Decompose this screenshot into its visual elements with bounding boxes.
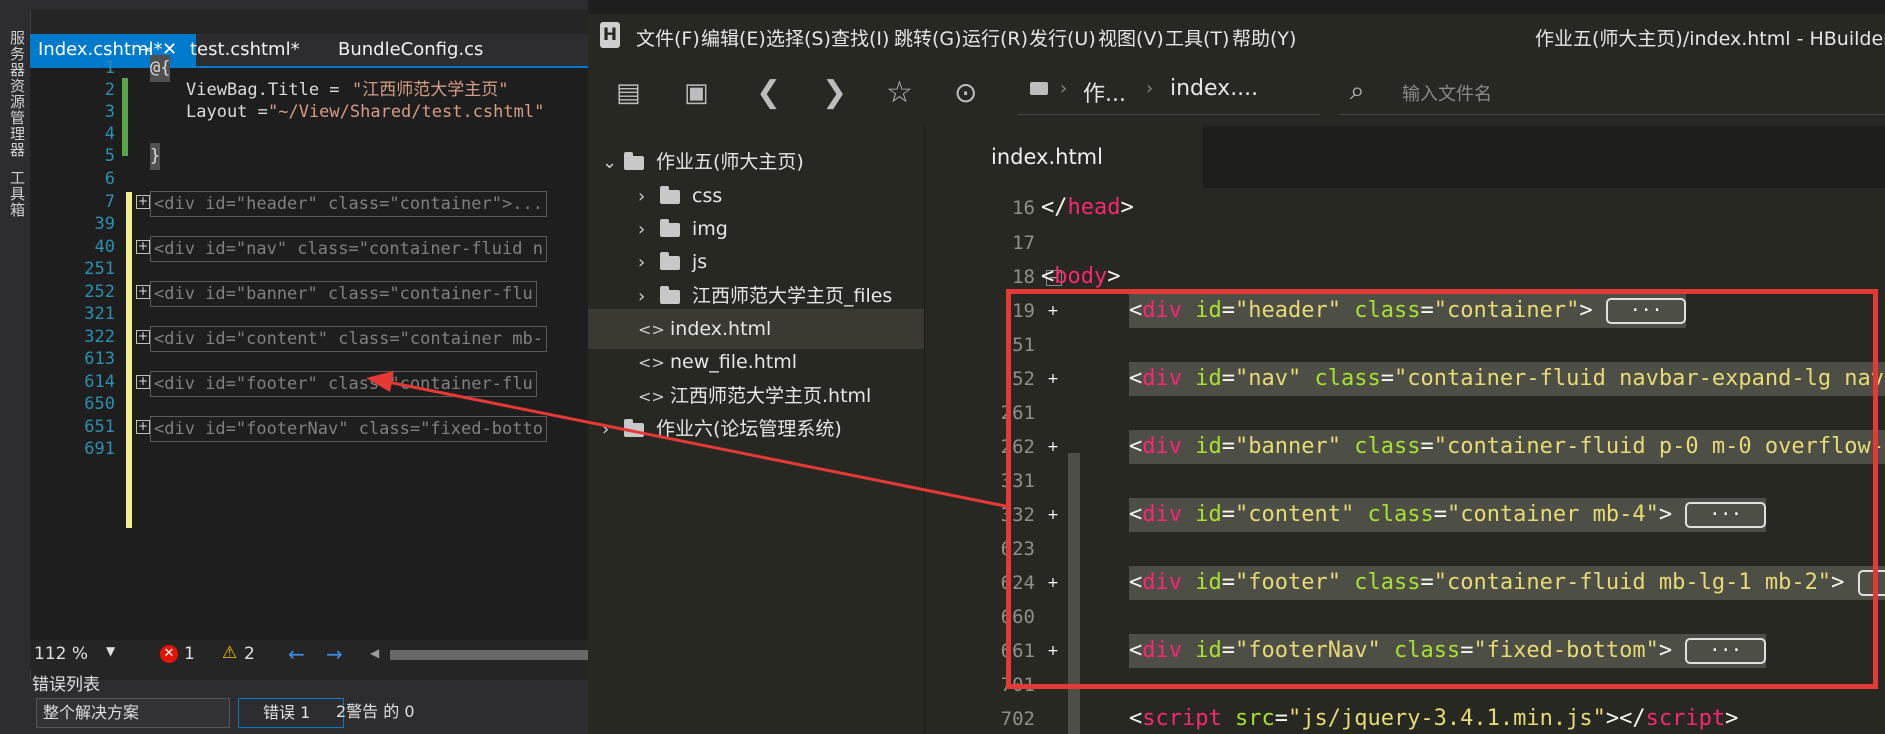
arrow-head bbox=[366, 371, 394, 392]
arrow-line bbox=[387, 380, 1011, 509]
annotation-arrow bbox=[366, 371, 1011, 509]
